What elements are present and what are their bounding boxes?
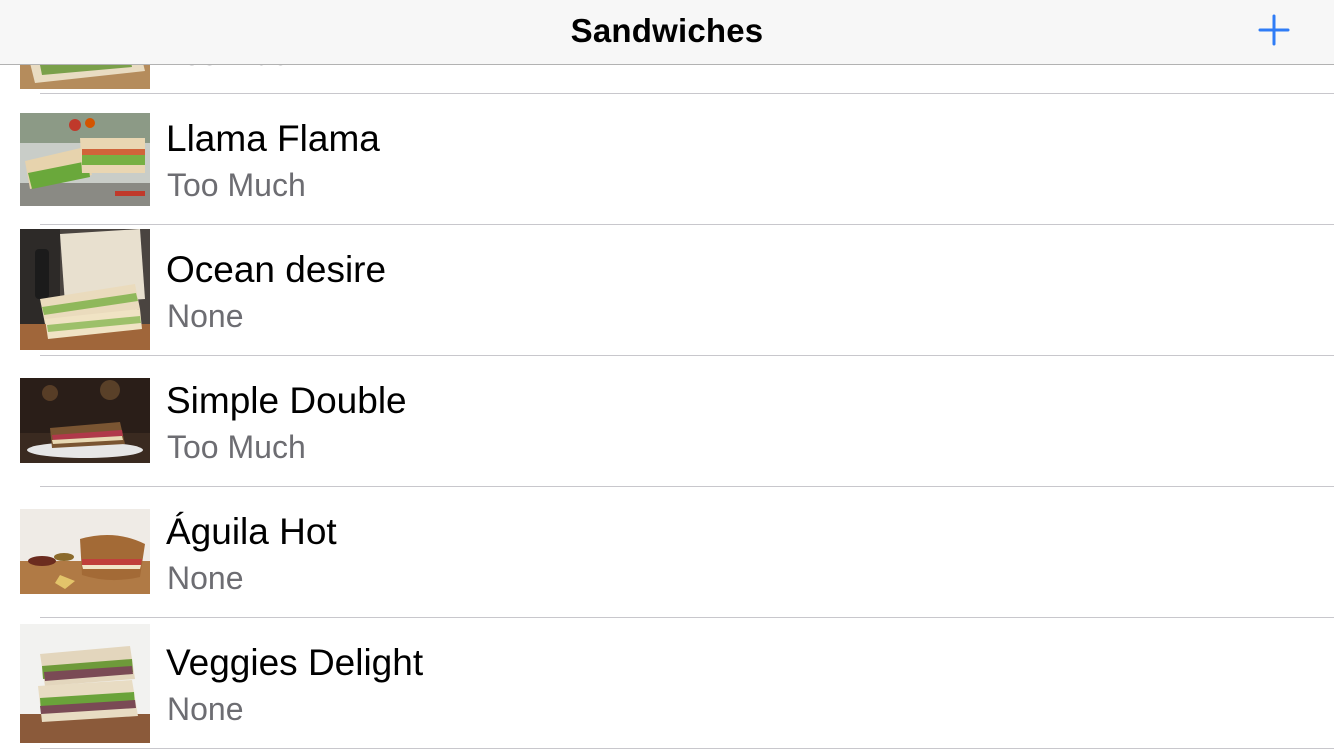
sandwich-thumbnail — [20, 229, 150, 350]
table-row[interactable]: Veggies Delight None — [0, 618, 1334, 749]
row-subtitle: None — [167, 298, 244, 334]
navigation-bar: Sandwiches — [0, 0, 1334, 65]
table-row[interactable]: Llama Flama Too Much — [0, 94, 1334, 225]
row-separator — [40, 748, 1334, 749]
plus-icon — [1258, 14, 1290, 46]
sandwich-thumbnail — [20, 509, 150, 594]
row-subtitle: None — [167, 691, 244, 727]
row-subtitle: Too Much — [167, 167, 306, 203]
row-title: Ocean desire — [166, 249, 387, 290]
row-title: Llama Flama — [166, 118, 380, 159]
row-subtitle: Too Much — [167, 429, 306, 465]
sandwich-table[interactable]: Too Much Llama Fla — [0, 0, 1334, 749]
table-row[interactable]: Simple Double Too Much — [0, 356, 1334, 487]
table-row[interactable]: Águila Hot None — [0, 487, 1334, 618]
table-row[interactable]: Ocean desire None — [0, 225, 1334, 356]
sandwich-thumbnail — [20, 378, 150, 463]
sandwich-thumbnail — [20, 113, 150, 206]
row-subtitle: None — [167, 560, 244, 596]
row-title: Simple Double — [166, 380, 407, 421]
screen: Too Much Llama Fla — [0, 0, 1334, 750]
page-title: Sandwiches — [570, 12, 764, 49]
sandwich-thumbnail — [20, 624, 150, 743]
add-button[interactable] — [1258, 14, 1290, 46]
row-title: Veggies Delight — [166, 642, 424, 683]
row-title: Águila Hot — [166, 511, 337, 552]
